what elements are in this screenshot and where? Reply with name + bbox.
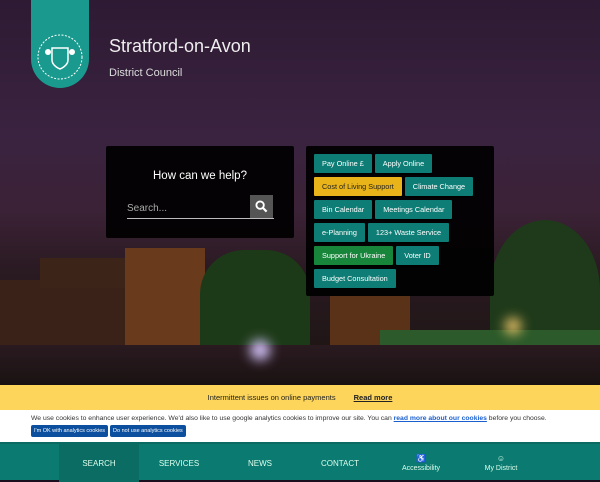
quick-link-bin-calendar[interactable]: Bin Calendar — [314, 200, 373, 219]
search-panel: How can we help? — [106, 146, 294, 238]
alert-read-more-link[interactable]: Read more — [354, 393, 393, 402]
nav-my-district-label: My District — [484, 465, 518, 472]
alert-text: Intermittent issues on online payments — [207, 393, 336, 402]
cookie-banner: We use cookies to enhance user experienc… — [0, 410, 600, 442]
quick-link-pay-online[interactable]: Pay Online £ — [314, 154, 372, 173]
quick-link-voter-id[interactable]: Voter ID — [396, 246, 439, 265]
quick-link-support-for-ukraine[interactable]: Support for Ukraine — [314, 246, 394, 265]
nav-accessibility-label: Accessibility — [401, 465, 441, 472]
accept-analytics-button[interactable]: I'm OK with analytics cookies — [31, 425, 109, 437]
user-circle-icon: ☺ — [496, 454, 506, 463]
quick-link-climate-change[interactable]: Climate Change — [404, 177, 474, 196]
search-button[interactable] — [250, 195, 273, 218]
cookie-text: We use cookies to enhance user experienc… — [31, 415, 394, 422]
site-title[interactable]: Stratford-on-Avon — [109, 36, 251, 57]
quick-links-row: Support for Ukraine Voter ID — [314, 246, 488, 265]
bottom-nav: SEARCH SERVICES NEWS CONTACT ♿ Accessibi… — [0, 442, 600, 482]
quick-link-e-planning[interactable]: e-Planning — [314, 223, 365, 242]
alert-banner: Intermittent issues on online payments R… — [0, 385, 600, 410]
nav-contact[interactable]: CONTACT — [300, 444, 380, 482]
quick-link-apply-online[interactable]: Apply Online — [374, 154, 433, 173]
quick-links-row: Budget Consultation — [314, 269, 488, 288]
quick-link-cost-of-living-support[interactable]: Cost of Living Support — [314, 177, 402, 196]
nav-search[interactable]: SEARCH — [59, 444, 139, 482]
quick-link-budget-consultation[interactable]: Budget Consultation — [314, 269, 396, 288]
nav-news[interactable]: NEWS — [220, 444, 300, 482]
quick-link-meetings-calendar[interactable]: Meetings Calendar — [375, 200, 453, 219]
nav-services[interactable]: SERVICES — [139, 444, 219, 482]
quick-links-row: e-Planning 123+ Waste Service — [314, 223, 488, 242]
nav-accessibility[interactable]: ♿ Accessibility — [381, 444, 461, 482]
quick-links-row: Pay Online £ Apply Online — [314, 154, 488, 173]
quick-links-row: Bin Calendar Meetings Calendar — [314, 200, 488, 219]
cookie-text-end: before you choose. — [486, 415, 547, 422]
nav-my-district[interactable]: ☺ My District — [461, 444, 541, 482]
search-icon — [255, 200, 268, 213]
council-logo[interactable] — [31, 0, 89, 88]
quick-links-row: Cost of Living Support Climate Change — [314, 177, 488, 196]
coat-of-arms-icon — [37, 34, 83, 80]
cookie-policy-link[interactable]: read more about our cookies — [394, 415, 487, 422]
quick-links-panel: Pay Online £ Apply Online Cost of Living S… — [306, 146, 494, 296]
site-subtitle: District Council — [109, 67, 183, 79]
hero-background — [0, 0, 600, 385]
wheelchair-icon: ♿ — [416, 454, 426, 463]
search-heading: How can we help? — [153, 170, 247, 182]
quick-link-123-waste-service[interactable]: 123+ Waste Service — [367, 223, 450, 242]
decline-analytics-button[interactable]: Do not use analytics cookies — [110, 425, 186, 437]
